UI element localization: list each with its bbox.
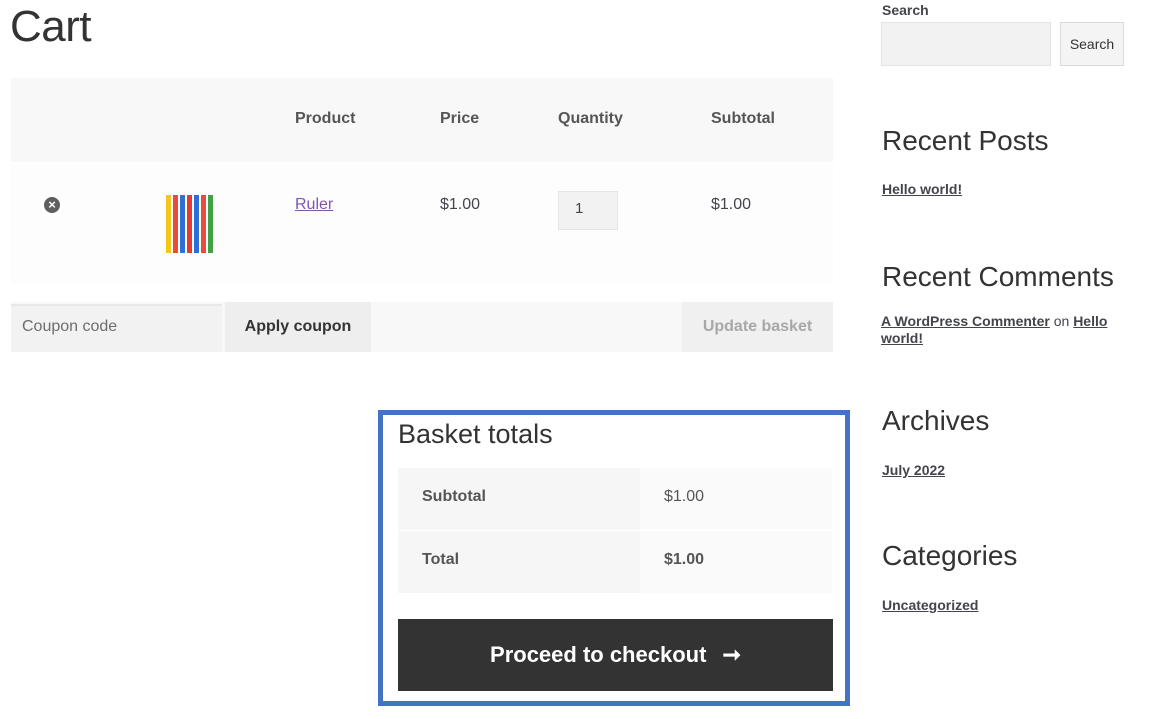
- categories-title: Categories: [882, 540, 1018, 571]
- page-title: Cart: [10, 2, 92, 51]
- archives-title: Archives: [882, 405, 990, 436]
- column-header-subtotal: Subtotal: [711, 110, 775, 127]
- arrow-right-icon: ➞: [722, 642, 741, 667]
- cart-item-row: [11, 164, 833, 284]
- product-link-ruler[interactable]: Ruler: [295, 196, 333, 214]
- recent-posts-title: Recent Posts: [882, 125, 1049, 156]
- recent-comment-item: A WordPress Commenter on Hello world!: [881, 313, 1121, 347]
- ruler-thumbnail[interactable]: [163, 192, 221, 256]
- totals-subtotal-label: Subtotal: [398, 468, 640, 530]
- search-input[interactable]: [881, 22, 1051, 66]
- recent-comments-title: Recent Comments: [882, 261, 1114, 292]
- column-header-price: Price: [440, 110, 480, 127]
- cart-table-header: [11, 78, 833, 162]
- totals-total-value: $1.00: [640, 531, 832, 593]
- apply-coupon-button[interactable]: Apply coupon: [225, 302, 371, 352]
- totals-subtotal-value: $1.00: [640, 468, 832, 530]
- quantity-input[interactable]: 1: [558, 191, 618, 230]
- totals-total-label: Total: [398, 531, 640, 593]
- search-button[interactable]: Search: [1060, 22, 1124, 66]
- recent-post-link[interactable]: Hello world!: [882, 181, 962, 197]
- checkout-label: Proceed to checkout: [490, 642, 707, 667]
- comment-on-text: on: [1053, 313, 1070, 329]
- basket-totals-title: Basket totals: [398, 419, 553, 449]
- comment-author-link[interactable]: A WordPress Commenter: [881, 313, 1050, 329]
- proceed-to-checkout-button[interactable]: Proceed to checkout ➞: [398, 619, 833, 691]
- item-price: $1.00: [440, 196, 481, 213]
- update-basket-button[interactable]: Update basket: [682, 302, 833, 352]
- column-header-product: Product: [295, 110, 356, 127]
- remove-item-icon[interactable]: ×: [44, 197, 60, 213]
- category-link-uncategorized[interactable]: Uncategorized: [882, 597, 978, 613]
- archive-link-july-2022[interactable]: July 2022: [882, 462, 945, 478]
- column-header-quantity: Quantity: [558, 110, 623, 127]
- item-subtotal: $1.00: [711, 196, 752, 213]
- search-label: Search: [882, 2, 929, 18]
- coupon-code-input[interactable]: Coupon code: [11, 304, 222, 352]
